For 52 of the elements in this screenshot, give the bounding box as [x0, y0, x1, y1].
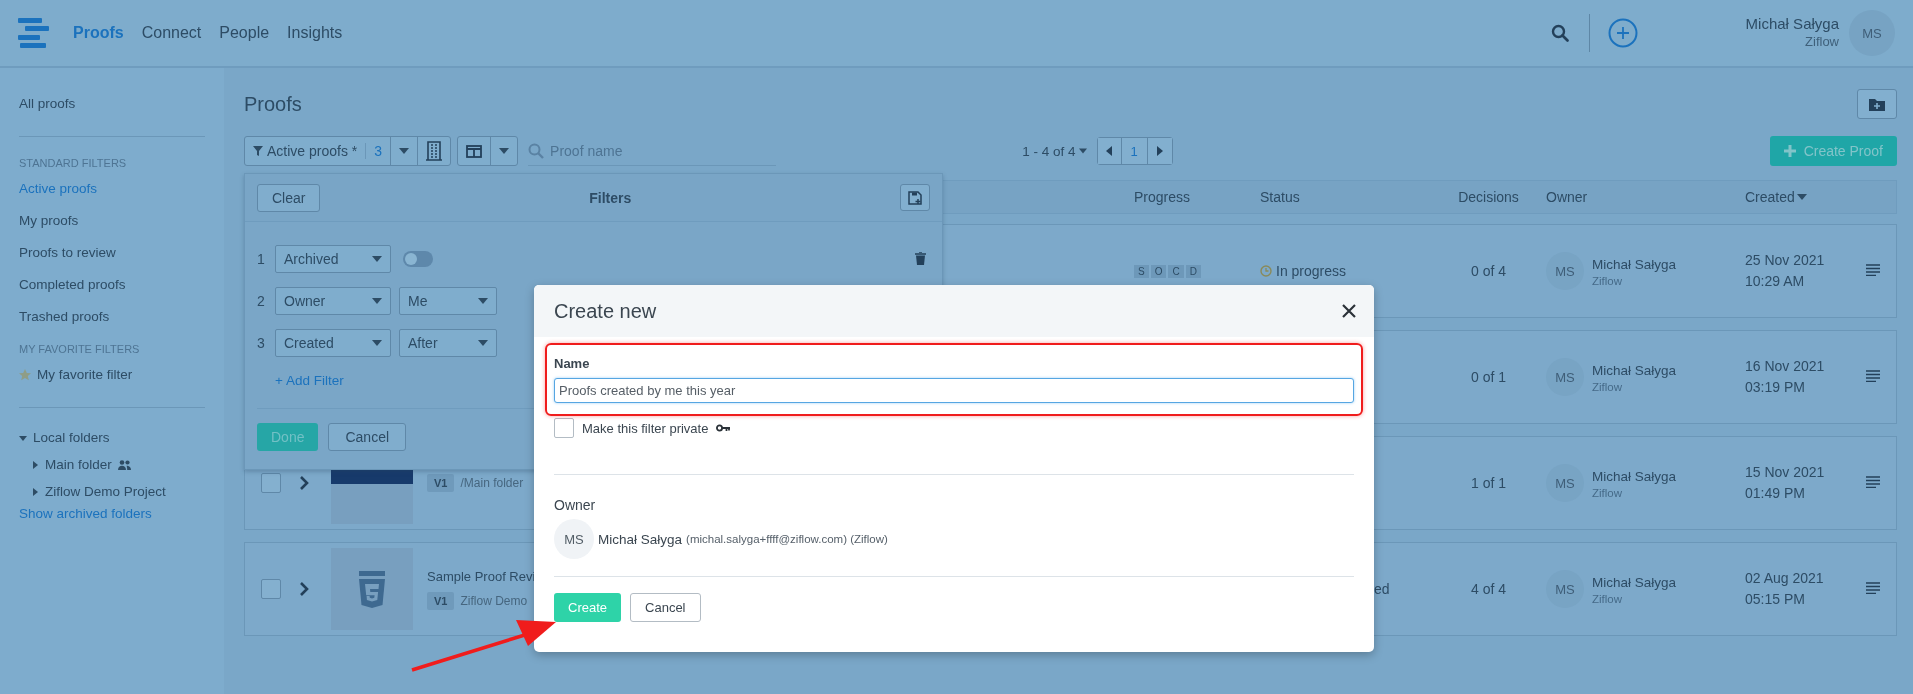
- owner-name: Michał Sałyga: [1592, 256, 1677, 274]
- avatar: MS: [1546, 570, 1584, 608]
- folder-path: /Main folder: [460, 476, 524, 490]
- owner-name: Michał Sałyga: [1592, 468, 1677, 486]
- status-text: In progress: [1276, 263, 1347, 279]
- version-badge: V1: [427, 591, 455, 610]
- status-text: ed: [1374, 581, 1390, 597]
- panel-title: Filters: [589, 189, 632, 206]
- decisions-count: 4 of 4: [1470, 581, 1507, 597]
- page-title: Proofs: [244, 92, 302, 116]
- avatar: MS: [554, 519, 594, 559]
- user-name: Michał Sałyga: [1745, 15, 1839, 33]
- created-date: 02 Aug 2021: [1745, 569, 1825, 588]
- owner-org: Ziflow: [1592, 593, 1624, 605]
- decisions-count: 1 of 1: [1470, 475, 1507, 491]
- owner-name: Michał Sałyga: [1592, 362, 1677, 380]
- progress-step: C: [1168, 264, 1184, 278]
- owner-org: Ziflow: [1592, 381, 1624, 393]
- section-heading: STANDARD FILTERS: [19, 156, 128, 171]
- checkbox-label: Make this filter private: [582, 420, 709, 436]
- progress-step: D: [1185, 264, 1201, 278]
- created-date: 16 Nov 2021: [1745, 357, 1826, 376]
- avatar: MS: [1546, 464, 1584, 502]
- avatar: MS: [1849, 10, 1895, 56]
- created-date: 01:49 PM: [1745, 484, 1806, 503]
- decisions-count: 0 of 4: [1470, 263, 1507, 279]
- owner-email: (michal.salyga+ffff@ziflow.com) (Ziflow): [686, 533, 888, 545]
- progress-step: O: [1150, 264, 1167, 278]
- row-number: 3: [257, 334, 266, 351]
- owner-org: Ziflow: [1592, 487, 1624, 499]
- created-date: 05:15 PM: [1745, 590, 1806, 609]
- field-label: Name: [554, 356, 591, 371]
- created-date: 15 Nov 2021: [1745, 463, 1826, 482]
- section-heading: MY FAVORITE FILTERS: [19, 342, 141, 357]
- row-number: 1: [257, 250, 266, 267]
- folder-heading: Local folders: [33, 430, 110, 445]
- user-org: Ziflow: [1804, 33, 1839, 51]
- owner-label: Owner: [554, 497, 597, 513]
- avatar: MS: [1546, 358, 1584, 396]
- created-date: 03:19 PM: [1745, 378, 1806, 397]
- filter-count: 3: [365, 143, 383, 159]
- created-date: 10:29 AM: [1745, 272, 1806, 291]
- progress-step: S: [1134, 264, 1149, 278]
- owner-name: Michał Sałyga: [598, 531, 683, 547]
- folder-path: Ziflow Demo: [460, 593, 528, 608]
- decisions-count: 0 of 1: [1470, 369, 1507, 385]
- avatar: MS: [1546, 252, 1584, 290]
- owner-name: Michał Sałyga: [1592, 574, 1677, 592]
- version-badge: V1: [427, 474, 455, 492]
- owner-org: Ziflow: [1592, 275, 1624, 287]
- row-number: 2: [257, 292, 266, 309]
- created-date: 25 Nov 2021: [1745, 251, 1826, 270]
